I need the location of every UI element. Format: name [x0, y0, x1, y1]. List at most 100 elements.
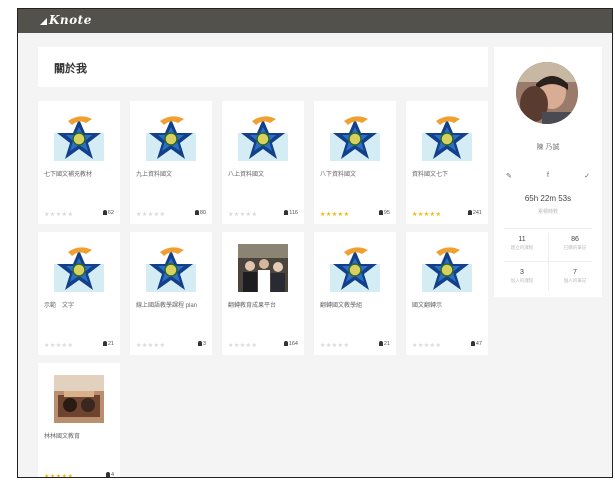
member-count-value: 164: [288, 341, 298, 347]
member-count: 3: [197, 341, 206, 347]
stat-value: 7: [573, 269, 577, 276]
course-title[interactable]: 九上資料國文: [136, 171, 212, 180]
stat-notes-bought[interactable]: 86 已購的筆記: [550, 236, 600, 251]
rating-stars: ★★★★★: [320, 211, 349, 218]
stat-label: 建立的課程: [510, 245, 534, 250]
facebook-icon[interactable]: f: [547, 172, 549, 180]
rating-stars: ★★★★★: [44, 473, 74, 478]
browser-frame: Knote 關於我 七下國文補充教材 ★★★★★ 62 九上資料國文 ★★★★★ 80 八上…: [17, 8, 613, 478]
star-icon: ★: [251, 343, 258, 349]
course-card[interactable]: 八下資料國文 ★★★★★ 95: [314, 101, 396, 224]
star-icon: ★: [251, 212, 258, 218]
twitter-icon[interactable]: ✓: [584, 172, 590, 180]
member-count: 241: [467, 210, 482, 216]
member-count: 95: [378, 210, 390, 216]
course-card[interactable]: 林林國文教育 ★★★★★ 4: [38, 363, 120, 478]
course-card[interactable]: 翻轉國文教學組 ★★★★★ 21: [314, 232, 396, 355]
course-thumbnail[interactable]: [54, 375, 104, 423]
course-thumbnail[interactable]: [54, 113, 104, 161]
star-icon: ★: [343, 212, 350, 218]
member-count: 47: [470, 341, 482, 347]
divider: [548, 233, 549, 291]
total-time: 65h 22m 53s: [524, 194, 572, 203]
course-title[interactable]: 八上資料國文: [228, 171, 304, 180]
course-title[interactable]: 翻轉教育成果平台: [228, 302, 304, 311]
rating-stars: ★★★★★: [228, 342, 257, 349]
course-thumbnail[interactable]: [422, 244, 472, 292]
profile-card: 陳 乃誠 ✎ f ✓ 65h 22m 53s 累積時數 11 建立的課程 86 …: [494, 47, 602, 297]
top-navbar: Knote: [18, 9, 612, 33]
course-title[interactable]: 資料國文七下: [412, 171, 488, 180]
user-icon: [102, 341, 107, 346]
course-title[interactable]: 八下資料國文: [320, 171, 396, 180]
member-count-value: 116: [289, 210, 298, 216]
user-icon: [102, 210, 107, 215]
site-logo[interactable]: Knote: [40, 13, 92, 27]
course-thumbnail[interactable]: [146, 244, 196, 292]
user-icon: [378, 341, 383, 346]
member-count: 21: [102, 341, 114, 347]
stat-label: 已購的筆記: [563, 245, 587, 250]
member-count: 62: [102, 210, 114, 216]
course-title[interactable]: 線上國語教學課程 plan: [136, 302, 212, 311]
star-icon: ★: [67, 343, 74, 349]
member-count-value: 21: [383, 341, 390, 347]
page-title: 關於我: [54, 63, 87, 75]
stat-courses-joined[interactable]: 3 加入的課程: [497, 269, 547, 284]
pencil-icon[interactable]: ✎: [506, 172, 512, 180]
course-title[interactable]: 翻轉國文教學組: [320, 302, 396, 311]
course-card[interactable]: 示範 文字 ★★★★★ 21: [38, 232, 120, 355]
user-icon: [194, 210, 199, 215]
course-card[interactable]: 線上國語教學課程 plan ★★★★★ 3: [130, 232, 212, 355]
stat-personal-notes[interactable]: 7 個人的筆記: [550, 269, 600, 284]
star-icon: ★: [67, 474, 74, 478]
total-time-label: 累積時數: [537, 209, 558, 215]
course-card[interactable]: 七下國文補充教材 ★★★★★ 62: [38, 101, 120, 224]
stat-courses-created[interactable]: 11 建立的課程: [497, 236, 547, 251]
member-count: 4: [105, 472, 114, 478]
member-count-value: 95: [383, 210, 390, 216]
star-icon: ★: [435, 343, 442, 349]
course-thumbnail[interactable]: [54, 244, 104, 292]
logo-mark-icon: [40, 18, 47, 25]
course-card[interactable]: 翻轉教育成果平台 ★★★★★ 164: [222, 232, 304, 355]
course-thumbnail[interactable]: [330, 244, 380, 292]
course-card[interactable]: 資料國文七下 ★★★★★ 241: [406, 101, 488, 224]
course-title[interactable]: 七下國文補充教材: [44, 171, 120, 180]
page-title-box: 關於我: [38, 47, 488, 87]
divider: [504, 228, 592, 229]
rating-stars: ★★★★★: [136, 211, 165, 218]
rating-stars: ★★★★★: [44, 211, 73, 218]
course-card[interactable]: 國文翻轉示 ★★★★★ 47: [406, 232, 488, 355]
avatar[interactable]: [516, 62, 578, 124]
stat-value: 3: [520, 269, 524, 276]
user-icon: [467, 210, 472, 215]
member-count-value: 80: [199, 210, 206, 216]
course-card[interactable]: 九上資料國文 ★★★★★ 80: [130, 101, 212, 224]
member-count-value: 62: [107, 210, 114, 216]
member-count-value: 4: [110, 472, 114, 478]
course-thumbnail[interactable]: [422, 113, 472, 161]
course-thumbnail[interactable]: [330, 113, 380, 161]
star-icon: ★: [435, 212, 442, 218]
star-icon: ★: [159, 212, 166, 218]
course-title[interactable]: 國文翻轉示: [412, 302, 488, 311]
course-title[interactable]: 林林國文教育: [44, 433, 120, 442]
star-icon: ★: [343, 343, 350, 349]
member-count: 164: [283, 341, 298, 347]
user-name: 陳 乃誠: [536, 144, 560, 151]
course-thumbnail[interactable]: [238, 244, 288, 292]
rating-stars: ★★★★★: [412, 211, 441, 218]
course-thumbnail[interactable]: [238, 113, 288, 161]
user-icon: [105, 472, 110, 477]
logo-text: Knote: [49, 13, 92, 27]
member-count-value: 241: [472, 210, 482, 216]
user-icon: [284, 210, 289, 215]
course-title[interactable]: 示範 文字: [44, 302, 120, 311]
avatar-photo: [516, 62, 578, 124]
course-thumbnail[interactable]: [146, 113, 196, 161]
rating-stars: ★★★★★: [412, 342, 441, 349]
member-count-value: 3: [202, 341, 206, 347]
member-count: 21: [378, 341, 390, 347]
course-card[interactable]: 八上資料國文 ★★★★★ 116: [222, 101, 304, 224]
